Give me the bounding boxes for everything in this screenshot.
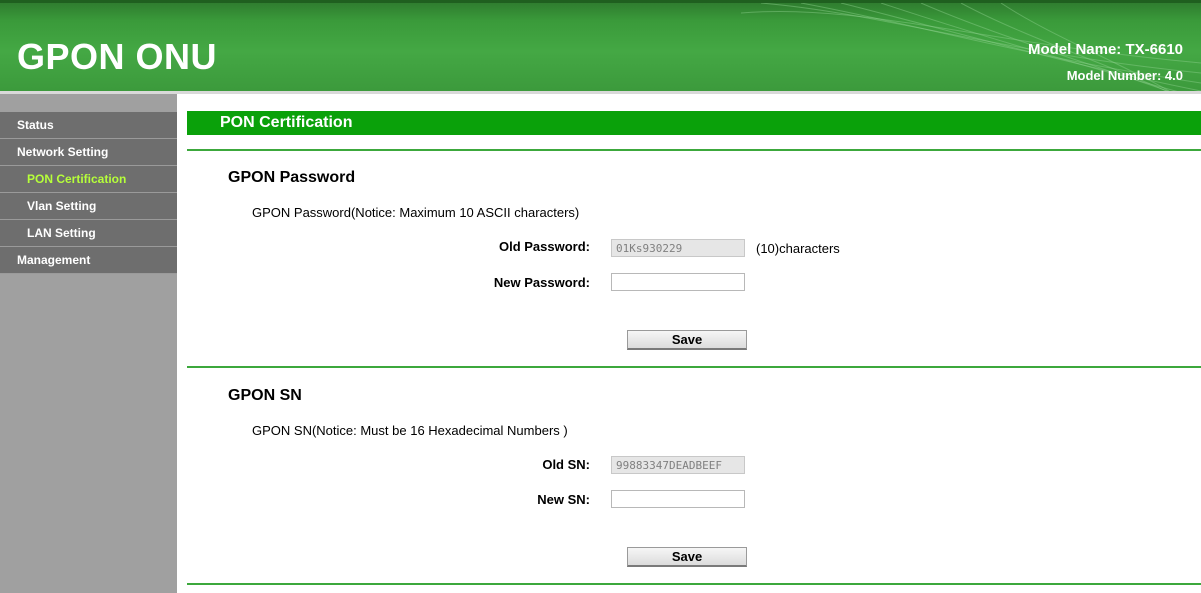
old-password-field[interactable]: [611, 239, 745, 257]
page-title: PON Certification: [220, 114, 353, 131]
model-name: Model Name: TX-6610: [1027, 41, 1183, 58]
save-sn-button[interactable]: Save: [627, 547, 747, 567]
new-password-field[interactable]: [611, 273, 745, 291]
sidebar-item-pon-certification[interactable]: PON Certification: [0, 166, 177, 193]
sidebar-item-management[interactable]: Management: [0, 247, 177, 274]
section-divider: [187, 366, 1201, 368]
sidebar-item-lan-setting[interactable]: LAN Setting: [0, 220, 177, 247]
password-notice: GPON Password(Notice: Maximum 10 ASCII c…: [252, 205, 580, 220]
sidebar: Status Network Setting PON Certification…: [0, 94, 177, 593]
main-content: PON Certification GPON Password GPON Pas…: [187, 94, 1201, 593]
sidebar-item-network-setting[interactable]: Network Setting: [0, 139, 177, 166]
password-section-title: GPON Password: [228, 169, 356, 186]
model-number: Model Number: 4.0: [1066, 68, 1183, 83]
sidebar-item-status[interactable]: Status: [0, 112, 177, 139]
old-password-label: Old Password:: [498, 239, 590, 254]
new-password-label: New Password:: [493, 275, 590, 290]
old-sn-label: Old SN:: [542, 457, 590, 472]
old-password-length: (10)characters: [756, 241, 840, 256]
sn-section-title: GPON SN: [228, 387, 302, 404]
new-sn-label: New SN:: [537, 492, 590, 507]
section-divider: [187, 583, 1201, 585]
sn-notice: GPON SN(Notice: Must be 16 Hexadecimal N…: [252, 423, 568, 438]
new-sn-field[interactable]: [611, 490, 745, 508]
header-banner: GPON ONU Model Name: TX-6610 Model Numbe…: [0, 0, 1201, 91]
section-divider: [187, 149, 1201, 151]
sidebar-spacer: [0, 94, 177, 112]
old-sn-field[interactable]: [611, 456, 745, 474]
page-title-bar: PON Certification: [187, 111, 1201, 135]
save-password-button[interactable]: Save: [627, 330, 747, 350]
sidebar-item-vlan-setting[interactable]: Vlan Setting: [0, 193, 177, 220]
logo-text: GPON ONU: [17, 36, 218, 77]
